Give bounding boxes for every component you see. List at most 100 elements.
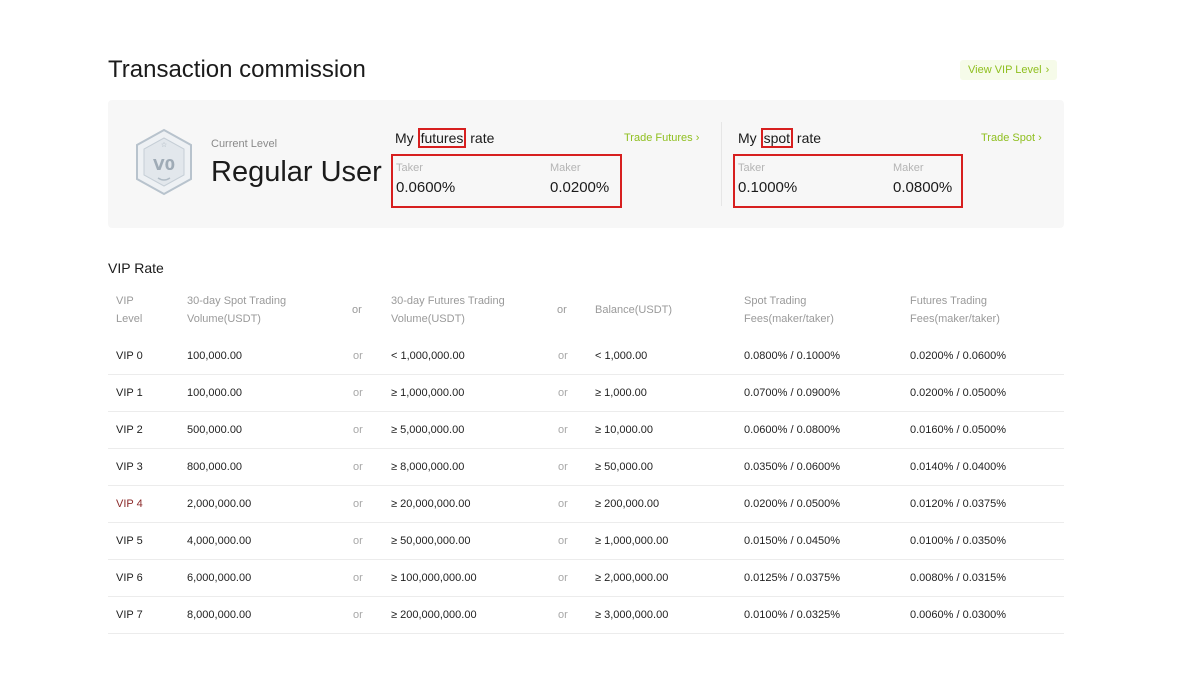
header-futures-volume: 30-day Futures Trading Volume(USDT) (391, 295, 505, 325)
or-cell: or (353, 424, 363, 436)
balance-cell: ≥ 200,000.00 (595, 498, 660, 510)
spot-fee-cell: 0.0100% / 0.0325% (744, 609, 841, 621)
badge-text: V0 (153, 156, 175, 174)
vip-level-cell: VIP 5 (116, 535, 143, 547)
or-cell: or (558, 609, 568, 621)
futures-fee-cell: 0.0060% / 0.0300% (910, 609, 1007, 621)
table-body: VIP 0 100,000.00 or < 1,000,000.00 or < 1,000… (108, 338, 1064, 634)
spot-fee-cell: 0.0700% / 0.0900% (744, 387, 841, 399)
current-level-name: Regular User (211, 156, 382, 188)
table-row: VIP 0 100,000.00 or < 1,000,000.00 or < 1,000… (108, 338, 1064, 375)
header-spot-fees: Spot Trading Fees(maker/taker) (744, 295, 834, 325)
view-vip-level-button[interactable]: View VIP Level › (960, 60, 1058, 80)
current-level-caption: Current Level (211, 138, 278, 150)
vip-level-cell: VIP 1 (116, 387, 143, 399)
spot-volume-cell: 100,000.00 (187, 387, 243, 399)
or-cell: or (558, 461, 568, 473)
or-cell: or (353, 461, 363, 473)
table-row: VIP 4 2,000,000.00 or ≥ 20,000,000.00 or ≥ 20… (108, 486, 1064, 523)
spot-fee-cell: 0.0350% / 0.0600% (744, 461, 841, 473)
rate-divider (721, 122, 722, 206)
or-cell: or (353, 609, 363, 621)
vip-level-cell: VIP 0 (116, 350, 143, 362)
futures-fee-cell: 0.0100% / 0.0350% (910, 535, 1007, 547)
futures-maker-value: 0.0200% (550, 179, 610, 196)
spot-volume-cell: 500,000.00 (187, 424, 243, 436)
futures-fee-cell: 0.0140% / 0.0400% (910, 461, 1007, 473)
or-cell: or (558, 572, 568, 584)
or-cell: or (353, 498, 363, 510)
spot-rate-title: My spot rate (738, 128, 822, 148)
header-vip-level: VIP Level (116, 295, 143, 325)
or-cell: or (353, 387, 363, 399)
spot-fee-cell: 0.0150% / 0.0450% (744, 535, 841, 547)
spot-fee-cell: 0.0200% / 0.0500% (744, 498, 841, 510)
futures-volume-cell: ≥ 8,000,000.00 (391, 461, 465, 473)
vip-rate-title: VIP Rate (108, 260, 164, 276)
or-cell: or (353, 350, 363, 362)
vip-level-cell: VIP 4 (116, 498, 143, 510)
futures-taker-label: Taker (396, 162, 423, 174)
svg-text:☆: ☆ (161, 141, 167, 149)
table-header: VIP Level 30-day Spot Trading Volume(USDT)… (108, 290, 1064, 338)
spot-volume-cell: 800,000.00 (187, 461, 243, 473)
futures-volume-cell: < 1,000,000.00 (391, 350, 465, 362)
vip-level-cell: VIP 6 (116, 572, 143, 584)
table-row: VIP 1 100,000.00 or ≥ 1,000,000.00 or ≥ 1,000… (108, 375, 1064, 412)
spot-fee-cell: 0.0600% / 0.0800% (744, 424, 841, 436)
spot-fee-cell: 0.0125% / 0.0375% (744, 572, 841, 584)
or-cell: or (558, 387, 568, 399)
trade-futures-link[interactable]: Trade Futures › (624, 132, 699, 144)
table-row: VIP 2 500,000.00 or ≥ 5,000,000.00 or ≥ 10,00… (108, 412, 1064, 449)
trade-spot-link[interactable]: Trade Spot › (981, 132, 1042, 144)
futures-volume-cell: ≥ 200,000,000.00 (391, 609, 477, 621)
spot-taker-label: Taker (738, 162, 765, 174)
balance-cell: ≥ 3,000,000.00 (595, 609, 669, 621)
spot-maker-value: 0.0800% (893, 179, 953, 196)
spot-volume-cell: 4,000,000.00 (187, 535, 252, 547)
or-cell: or (353, 572, 363, 584)
balance-cell: ≥ 2,000,000.00 (595, 572, 669, 584)
futures-taker-value: 0.0600% (396, 179, 456, 196)
futures-volume-cell: ≥ 1,000,000.00 (391, 387, 465, 399)
futures-fee-cell: 0.0160% / 0.0500% (910, 424, 1007, 436)
header-futures-fees: Futures Trading Fees(maker/taker) (910, 295, 1000, 325)
balance-cell: < 1,000.00 (595, 350, 648, 362)
balance-cell: ≥ 10,000.00 (595, 424, 654, 436)
view-vip-level-label: View VIP Level (968, 64, 1042, 76)
futures-fee-cell: 0.0080% / 0.0315% (910, 572, 1007, 584)
futures-maker-label: Maker (550, 162, 581, 174)
table-row: VIP 3 800,000.00 or ≥ 8,000,000.00 or ≥ 50,00… (108, 449, 1064, 486)
futures-volume-cell: ≥ 100,000,000.00 (391, 572, 477, 584)
table-row: VIP 7 8,000,000.00 or ≥ 200,000,000.00 or ≥ 3… (108, 597, 1064, 634)
futures-volume-cell: ≥ 50,000,000.00 (391, 535, 471, 547)
header-spot-volume: 30-day Spot Trading Volume(USDT) (187, 295, 287, 325)
spot-volume-cell: 2,000,000.00 (187, 498, 252, 510)
table-row: VIP 5 4,000,000.00 or ≥ 50,000,000.00 or ≥ 1,… (108, 523, 1064, 560)
or-cell: or (558, 498, 568, 510)
spot-volume-cell: 100,000.00 (187, 350, 243, 362)
spot-taker-value: 0.1000% (738, 179, 798, 196)
chevron-right-icon: › (695, 132, 700, 144)
futures-volume-cell: ≥ 20,000,000.00 (391, 498, 471, 510)
futures-fee-cell: 0.0120% / 0.0375% (910, 498, 1007, 510)
or-cell: or (558, 350, 568, 362)
spot-maker-label: Maker (893, 162, 924, 174)
table-row: VIP 6 6,000,000.00 or ≥ 100,000,000.00 or ≥ 2… (108, 560, 1064, 597)
spot-volume-cell: 8,000,000.00 (187, 609, 252, 621)
or-cell: or (558, 424, 568, 436)
balance-cell: ≥ 1,000,000.00 (595, 535, 669, 547)
vip-level-cell: VIP 3 (116, 461, 143, 473)
commission-summary-panel: ☆ V0 Current Level Regular User My futur… (108, 100, 1064, 228)
vip-rate-table: VIP Level 30-day Spot Trading Volume(USDT)… (108, 290, 1064, 634)
header-balance: Balance(USDT) (595, 304, 673, 316)
vip-level-cell: VIP 2 (116, 424, 143, 436)
futures-fee-cell: 0.0200% / 0.0500% (910, 387, 1007, 399)
or-cell: or (353, 535, 363, 547)
chevron-right-icon: › (1038, 132, 1042, 144)
balance-cell: ≥ 50,000.00 (595, 461, 654, 473)
futures-rate-title: My futures rate (395, 128, 495, 148)
page-title: Transaction commission (108, 56, 366, 83)
futures-fee-cell: 0.0200% / 0.0600% (910, 350, 1007, 362)
vip-level-cell: VIP 7 (116, 609, 143, 621)
